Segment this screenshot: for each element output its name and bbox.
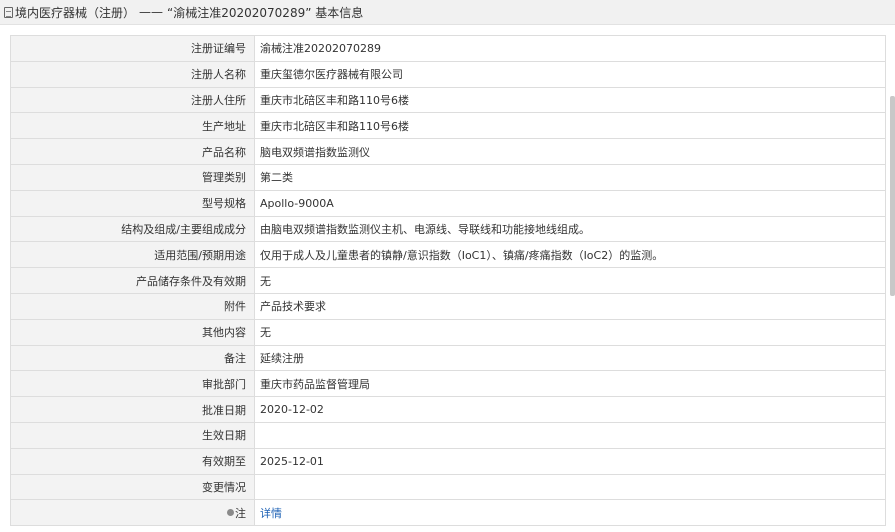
table-row: 注册人住所 重庆市北碚区丰和路110号6楼 — [10, 86, 886, 114]
table-row: 注册人名称 重庆玺德尔医疗器械有限公司 — [10, 60, 886, 88]
row-label-other-content: 其他内容 — [10, 318, 255, 346]
row-label-valid-until: 有效期至 — [10, 447, 255, 475]
breadcrumb-separator: —— — [139, 5, 164, 19]
table-row: 注册证编号 渝械注准20202070289 — [10, 35, 886, 62]
table-row: 结构及组成/主要组成成分 由脑电双频谱指数监测仪主机、电源线、导联线和功能接地线… — [10, 215, 886, 243]
row-value-note: 详情 — [254, 499, 886, 527]
row-label-approval-department: 审批部门 — [10, 370, 255, 398]
row-value-remarks: 延续注册 — [254, 344, 886, 372]
table-row: 有效期至 2025-12-01 — [10, 447, 886, 475]
row-value-approval-department: 重庆市药品监督管理局 — [254, 370, 886, 398]
table-row: 产品名称 脑电双频谱指数监测仪 — [10, 138, 886, 165]
row-value-attachment: 产品技术要求 — [254, 292, 886, 320]
row-label-model-spec: 型号规格 — [10, 189, 255, 217]
row-value-structure-composition: 由脑电双频谱指数监测仪主机、电源线、导联线和功能接地线组成。 — [254, 215, 886, 243]
row-value-approval-date: 2020-12-02 — [254, 396, 886, 423]
row-value-product-name: 脑电双频谱指数监测仪 — [254, 138, 886, 165]
row-label-product-name: 产品名称 — [10, 138, 255, 165]
details-link[interactable]: 详情 — [260, 507, 282, 520]
row-label-change-history: 变更情况 — [10, 473, 255, 501]
row-label-intended-use: 适用范围/预期用途 — [10, 241, 255, 269]
breadcrumb: 境内医疗器械（注册） — [15, 5, 136, 20]
row-value-storage-conditions: 无 — [254, 267, 886, 294]
table-row: 变更情况 — [10, 473, 886, 501]
row-value-valid-until: 2025-12-01 — [254, 447, 886, 475]
table-row: 生产地址 重庆市北碚区丰和路110号6楼 — [10, 112, 886, 140]
row-value-model-spec: Apollo-9000A — [254, 189, 886, 217]
row-value-registrant-name: 重庆玺德尔医疗器械有限公司 — [254, 60, 886, 88]
table-row: 适用范围/预期用途 仅用于成人及儿童患者的镇静/意识指数（IoC1）、镇痛/疼痛… — [10, 241, 886, 269]
page-title: “渝械注准20202070289” 基本信息 — [167, 5, 364, 20]
table-row: 注 详情 — [10, 499, 886, 527]
table-row: 产品储存条件及有效期 无 — [10, 267, 886, 294]
table-row: 其他内容 无 — [10, 318, 886, 346]
row-label-registration-number: 注册证编号 — [10, 35, 255, 62]
row-label-management-class: 管理类别 — [10, 163, 255, 191]
info-dot-icon — [227, 508, 234, 516]
note-label-text: 注 — [235, 506, 246, 520]
row-value-registration-number: 渝械注准20202070289 — [254, 35, 886, 62]
table-row: 审批部门 重庆市药品监督管理局 — [10, 370, 886, 398]
row-value-effective-date — [254, 421, 886, 449]
table-row: 批准日期 2020-12-02 — [10, 396, 886, 423]
page-header: 境内医疗器械（注册） —— “渝械注准20202070289” 基本信息 — [0, 0, 895, 25]
row-value-production-address: 重庆市北碚区丰和路110号6楼 — [254, 112, 886, 140]
table-row: 生效日期 — [10, 421, 886, 449]
row-value-management-class: 第二类 — [254, 163, 886, 191]
row-value-intended-use: 仅用于成人及儿童患者的镇静/意识指数（IoC1）、镇痛/疼痛指数（IoC2）的监… — [254, 241, 886, 269]
row-label-remarks: 备注 — [10, 344, 255, 372]
row-label-registrant-address: 注册人住所 — [10, 86, 255, 114]
row-value-other-content: 无 — [254, 318, 886, 346]
row-label-storage-conditions: 产品储存条件及有效期 — [10, 267, 255, 294]
row-label-production-address: 生产地址 — [10, 112, 255, 140]
registration-detail-table: 注册证编号 渝械注准20202070289 注册人名称 重庆玺德尔医疗器械有限公… — [10, 35, 886, 527]
table-row: 附件 产品技术要求 — [10, 292, 886, 320]
table-row: 备注 延续注册 — [10, 344, 886, 372]
row-label-registrant-name: 注册人名称 — [10, 60, 255, 88]
document-icon — [4, 6, 13, 18]
row-label-note: 注 — [10, 499, 255, 527]
row-label-structure-composition: 结构及组成/主要组成成分 — [10, 215, 255, 243]
table-row: 管理类别 第二类 — [10, 163, 886, 191]
row-label-approval-date: 批准日期 — [10, 396, 255, 423]
row-value-change-history — [254, 473, 886, 501]
row-label-effective-date: 生效日期 — [10, 421, 255, 449]
table-row: 型号规格 Apollo-9000A — [10, 189, 886, 217]
row-value-registrant-address: 重庆市北碚区丰和路110号6楼 — [254, 86, 886, 114]
row-label-attachment: 附件 — [10, 292, 255, 320]
scrollbar-thumb[interactable] — [890, 96, 895, 296]
